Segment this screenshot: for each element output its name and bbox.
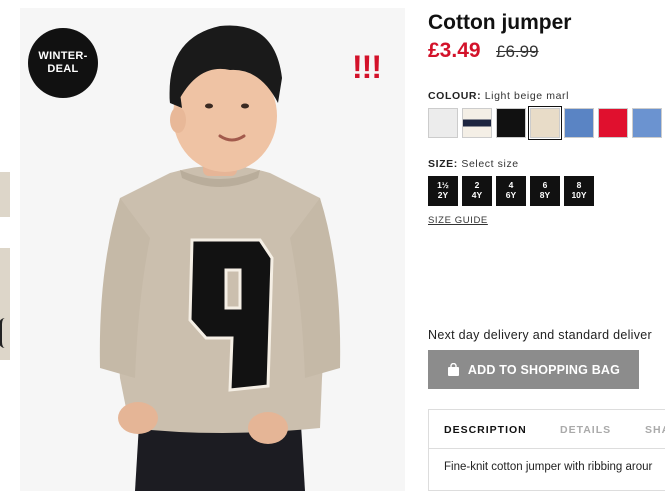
tab-sha[interactable]: SHA bbox=[645, 424, 665, 436]
size-options: 1½ 2Y 2 4Y 4 6Y 6 8Y 8 10Y bbox=[428, 176, 594, 206]
product-title: Cotton jumper bbox=[428, 11, 572, 34]
colour-swatches bbox=[428, 106, 662, 140]
tab-description[interactable]: DESCRIPTION bbox=[444, 424, 527, 436]
add-to-bag-button[interactable]: ADD TO SHOPPING BAG bbox=[428, 350, 639, 389]
tab-bar: DESCRIPTION DETAILS SHA bbox=[429, 410, 665, 449]
add-to-bag-label: ADD TO SHOPPING BAG bbox=[467, 362, 621, 377]
colour-swatch-2[interactable] bbox=[462, 108, 492, 138]
shopping-bag-icon bbox=[447, 362, 460, 376]
tab-details[interactable]: DETAILS bbox=[560, 424, 611, 436]
alert-marks: !!! bbox=[352, 49, 382, 85]
colour-label-row: COLOUR: Light beige marl bbox=[428, 90, 569, 102]
thumbnail-image-1[interactable] bbox=[0, 172, 10, 217]
colour-swatch-4[interactable] bbox=[528, 106, 562, 140]
size-label: SIZE: bbox=[428, 158, 458, 170]
original-price: £6.99 bbox=[496, 42, 539, 61]
size-option-button[interactable]: 4 6Y bbox=[496, 176, 526, 206]
size-guide-link[interactable]: SIZE GUIDE bbox=[428, 215, 488, 226]
thumbnail-image-2[interactable] bbox=[0, 248, 10, 360]
colour-value: Light beige marl bbox=[484, 90, 570, 102]
colour-swatch-7[interactable] bbox=[632, 108, 662, 138]
size-option-button[interactable]: 1½ 2Y bbox=[428, 176, 458, 206]
colour-swatch-3[interactable] bbox=[496, 108, 526, 138]
product-info-tabs: DESCRIPTION DETAILS SHA Fine-knit cotton… bbox=[428, 409, 665, 491]
colour-swatch-1[interactable] bbox=[428, 108, 458, 138]
colour-swatch-5[interactable] bbox=[564, 108, 594, 138]
colour-swatch-6[interactable] bbox=[598, 108, 628, 138]
winter-deal-badge: WINTER- DEAL bbox=[28, 28, 98, 98]
size-option-button[interactable]: 2 4Y bbox=[462, 176, 492, 206]
delivery-info: Next day delivery and standard deliver bbox=[428, 328, 653, 342]
size-value: Select size bbox=[461, 158, 519, 170]
sale-price: £3.49 bbox=[428, 39, 481, 62]
size-label-row: SIZE: Select size bbox=[428, 158, 519, 170]
colour-label: COLOUR: bbox=[428, 90, 482, 102]
product-image: WINTER- DEAL bbox=[20, 8, 405, 491]
size-option-button[interactable]: 8 10Y bbox=[564, 176, 594, 206]
description-text: Fine-knit cotton jumper with ribbing aro… bbox=[444, 461, 653, 473]
size-option-button[interactable]: 6 8Y bbox=[530, 176, 560, 206]
